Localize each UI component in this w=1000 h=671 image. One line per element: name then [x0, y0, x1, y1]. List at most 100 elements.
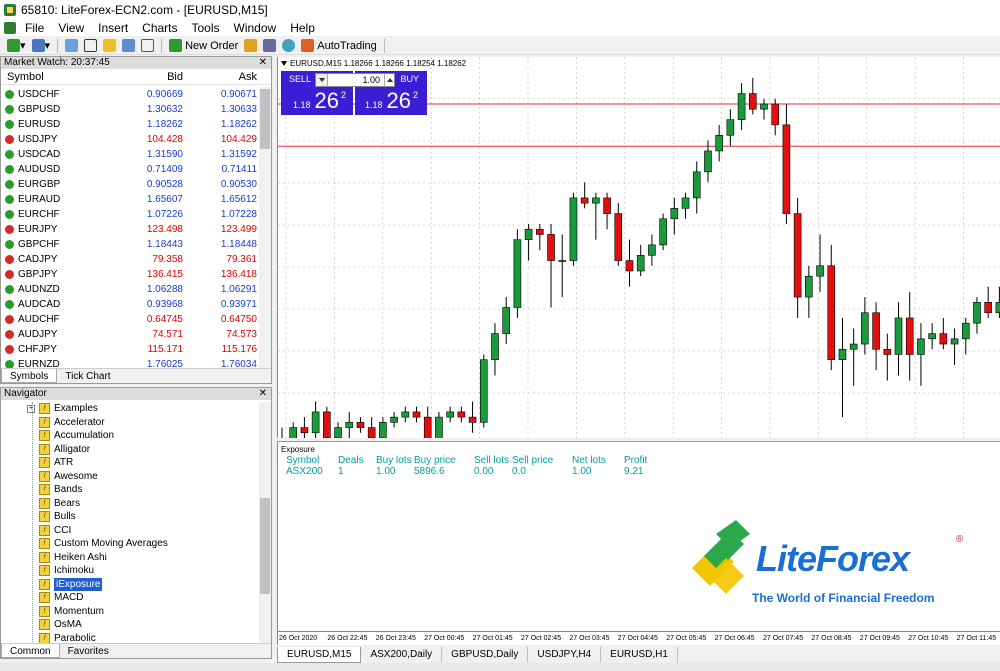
- candle-body: [412, 411, 421, 418]
- chevron-down-icon[interactable]: [316, 74, 328, 86]
- navigator-item[interactable]: f MACD: [1, 591, 259, 605]
- chart-tab-usdjpy-h4[interactable]: USDJPY,H4: [528, 647, 602, 663]
- new-order-button[interactable]: New Order: [166, 38, 241, 54]
- time-tick-label: 27 Oct 00:45: [424, 635, 465, 642]
- market-watch-row[interactable]: GBPUSD 1.30632 1.30633: [1, 102, 259, 117]
- scrollbar-thumb[interactable]: [260, 498, 270, 594]
- column-bid[interactable]: Bid: [121, 69, 183, 84]
- community-button[interactable]: [279, 38, 298, 54]
- navigator-item[interactable]: f OsMA: [1, 618, 259, 632]
- market-watch-row[interactable]: GBPCHF 1.18443 1.18448: [1, 237, 259, 252]
- candle-body: [793, 213, 802, 298]
- candle-body: [345, 422, 354, 428]
- tester-button[interactable]: [138, 38, 157, 54]
- market-watch-row[interactable]: USDCHF 0.90669 0.90671: [1, 87, 259, 102]
- market-watch-row[interactable]: EURGBP 0.90528 0.90530: [1, 177, 259, 192]
- exposure-col-buy-price: Buy price: [414, 455, 456, 466]
- expand-icon[interactable]: +: [27, 405, 35, 413]
- signals-button[interactable]: [260, 38, 279, 54]
- market-watch-row[interactable]: EURAUD 1.65607 1.65612: [1, 192, 259, 207]
- chart-tab-eurusd-m15[interactable]: EURUSD,M15: [277, 647, 362, 663]
- time-tick-label: 27 Oct 01:45: [472, 635, 513, 642]
- menu-charts[interactable]: Charts: [135, 21, 184, 35]
- market-watch-row[interactable]: AUDCAD 0.93968 0.93971: [1, 297, 259, 312]
- navigator-item[interactable]: f Momentum: [1, 605, 259, 619]
- metaeditor-button[interactable]: [241, 38, 260, 54]
- navigator-panel: Navigator ✕ + f Examples f Accelerator f Accum…: [0, 387, 272, 659]
- chevron-up-icon[interactable]: [384, 74, 394, 86]
- profiles-button[interactable]: ▾: [29, 38, 54, 54]
- navigator-item[interactable]: f Bulls: [1, 510, 259, 524]
- market-watch-row[interactable]: USDCAD 1.31590 1.31592: [1, 147, 259, 162]
- navigator-item[interactable]: f Awesome: [1, 470, 259, 484]
- candle-body: [580, 197, 589, 204]
- indicator-icon: f: [39, 619, 50, 631]
- navigator-item[interactable]: f Ichimoku: [1, 564, 259, 578]
- market-watch-row[interactable]: AUDJPY 74.571 74.573: [1, 327, 259, 342]
- candle-body: [827, 265, 836, 361]
- market-watch-row[interactable]: GBPJPY 136.415 136.418: [1, 267, 259, 282]
- tab-favorites[interactable]: Favorites: [60, 644, 117, 658]
- market-watch-row[interactable]: CADJPY 79.358 79.361: [1, 252, 259, 267]
- navigator-item[interactable]: f CCI: [1, 524, 259, 538]
- chart-window[interactable]: EURUSD,M15 1.18266 1.18266 1.18254 1.182…: [277, 57, 1000, 438]
- market-watch-row[interactable]: AUDCHF 0.64745 0.64750: [1, 312, 259, 327]
- market-watch-row[interactable]: AUDUSD 0.71409 0.71411: [1, 162, 259, 177]
- menu-insert[interactable]: Insert: [91, 21, 135, 35]
- menu-tools[interactable]: Tools: [185, 21, 227, 35]
- market-watch-row[interactable]: EURCHF 1.07226 1.07228: [1, 207, 259, 222]
- chart-tab-asx200-daily[interactable]: ASX200,Daily: [361, 647, 443, 663]
- lot-size-field[interactable]: 1.00: [315, 73, 395, 87]
- symbol-cell: EURCHF: [1, 207, 121, 222]
- tab-common[interactable]: Common: [1, 644, 60, 658]
- chart-tab-eurusd-h1[interactable]: EURUSD,H1: [601, 647, 678, 663]
- navigator-item[interactable]: f iExposure: [1, 577, 259, 591]
- lot-size-value[interactable]: 1.00: [328, 75, 384, 85]
- menu-help[interactable]: Help: [283, 21, 322, 35]
- time-tick-label: 26 Oct 23:45: [375, 635, 416, 642]
- autotrading-button[interactable]: AutoTrading: [298, 38, 380, 54]
- navigator-item[interactable]: f Accumulation: [1, 429, 259, 443]
- market-watch-row[interactable]: CHFJPY 115.171 115.176: [1, 342, 259, 357]
- navigator-item[interactable]: f Custom Moving Averages: [1, 537, 259, 551]
- market-watch-title-bar: Market Watch: 20:37:45 ✕: [1, 57, 271, 69]
- one-click-trading-panel: SELL 1.18 26 2 BUY 1.18 26 2 1.00: [281, 71, 427, 115]
- new-chart-button[interactable]: ▾: [4, 38, 29, 54]
- tab-tick-chart[interactable]: Tick Chart: [57, 369, 118, 383]
- market-watch-row[interactable]: EURUSD 1.18262 1.18262: [1, 117, 259, 132]
- menu-window[interactable]: Window: [227, 21, 284, 35]
- exposure-buy-lots: 1.00: [376, 466, 396, 477]
- market-watch-row[interactable]: EURJPY 123.498 123.499: [1, 222, 259, 237]
- chart-tab-gbpusd-daily[interactable]: GBPUSD,Daily: [442, 647, 529, 663]
- market-watch-scrollbar[interactable]: [259, 87, 271, 369]
- symbol-cell: EURGBP: [1, 177, 121, 192]
- time-tick-label: 27 Oct 08:45: [811, 635, 852, 642]
- market-watch-row[interactable]: USDJPY 104.428 104.429: [1, 132, 259, 147]
- market-watch-button[interactable]: [62, 38, 81, 54]
- column-ask[interactable]: Ask: [183, 69, 257, 84]
- navigator-item[interactable]: f Bears: [1, 497, 259, 511]
- symbol-name: AUDCHF: [18, 314, 60, 325]
- menu-file[interactable]: File: [18, 21, 51, 35]
- terminal-button[interactable]: [119, 38, 138, 54]
- navigator-item[interactable]: f Alligator: [1, 443, 259, 457]
- navigator-item[interactable]: f ATR: [1, 456, 259, 470]
- symbol-cell: GBPCHF: [1, 237, 121, 252]
- navigator-button[interactable]: [100, 38, 119, 54]
- candle-body: [681, 197, 690, 209]
- data-window-button[interactable]: [81, 38, 100, 54]
- doc-icon[interactable]: [4, 22, 16, 34]
- navigator-item[interactable]: f Accelerator: [1, 416, 259, 430]
- candle-body: [401, 411, 410, 418]
- navigator-item[interactable]: f Bands: [1, 483, 259, 497]
- market-watch-row[interactable]: AUDNZD 1.06288 1.06291: [1, 282, 259, 297]
- navigator-scrollbar[interactable]: [259, 402, 271, 644]
- close-icon[interactable]: ✕: [259, 57, 267, 69]
- close-icon[interactable]: ✕: [259, 388, 267, 400]
- tab-symbols[interactable]: Symbols: [1, 369, 58, 383]
- scrollbar-thumb[interactable]: [260, 89, 270, 149]
- navigator-item[interactable]: f Heiken Ashi: [1, 551, 259, 565]
- menu-view[interactable]: View: [51, 21, 91, 35]
- column-symbol[interactable]: Symbol: [1, 69, 121, 84]
- navigator-item[interactable]: + f Examples: [1, 402, 259, 416]
